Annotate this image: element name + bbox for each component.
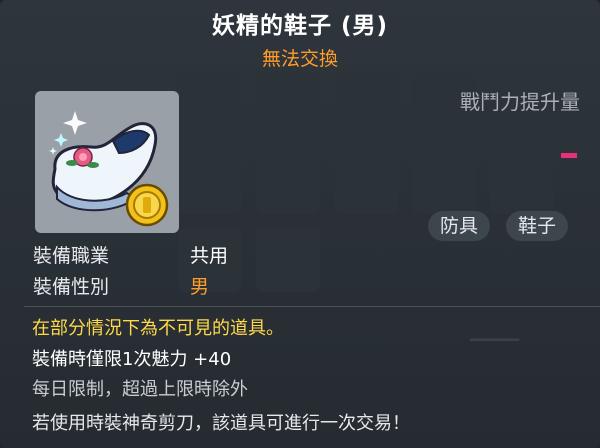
- grid-slot: [178, 72, 242, 136]
- daily-limit-line: 每日限制，超過上限時除外: [32, 379, 248, 400]
- tag-shoes: 鞋子: [506, 211, 569, 241]
- faded-watermark: ▁▁▁▁: [470, 322, 520, 341]
- item-icon-frame: [35, 91, 179, 233]
- set-stat-line: 裝備時僅限1次魅力 +40: [32, 349, 232, 370]
- grid-slot: [256, 228, 320, 292]
- gender-value: 男: [190, 276, 210, 298]
- section-divider: [24, 306, 600, 307]
- grid-slot: [334, 72, 398, 136]
- job-value: 共用: [190, 245, 229, 267]
- job-label: 裝備職業: [33, 245, 110, 267]
- trade-status: 無法交換: [261, 48, 338, 70]
- grid-slot: [256, 150, 320, 214]
- combat-power-indicator: [561, 153, 577, 158]
- grid-slot: [412, 150, 476, 214]
- combat-power-label: 戰鬥力提升量: [460, 90, 580, 114]
- item-name: 妖精的鞋子 (男): [211, 13, 389, 39]
- grid-slot: [178, 150, 242, 214]
- grid-slot: [334, 150, 398, 214]
- item-tooltip: 妖精的鞋子 (男) 無法交換 戰鬥力提升量 防具 鞋子 裝備職業 共用 裝備性別…: [0, 0, 600, 448]
- grid-slot: [490, 150, 554, 214]
- gender-label: 裝備性別: [33, 276, 110, 298]
- grid-slot: [256, 72, 320, 136]
- tag-armor: 防具: [428, 211, 491, 241]
- visibility-note: 在部分情況下為不可見的道具。: [32, 318, 284, 339]
- scissors-note: 若使用時裝神奇剪刀，該道具可進行一次交易！: [32, 413, 410, 434]
- fairy-shoe-icon: [49, 111, 169, 227]
